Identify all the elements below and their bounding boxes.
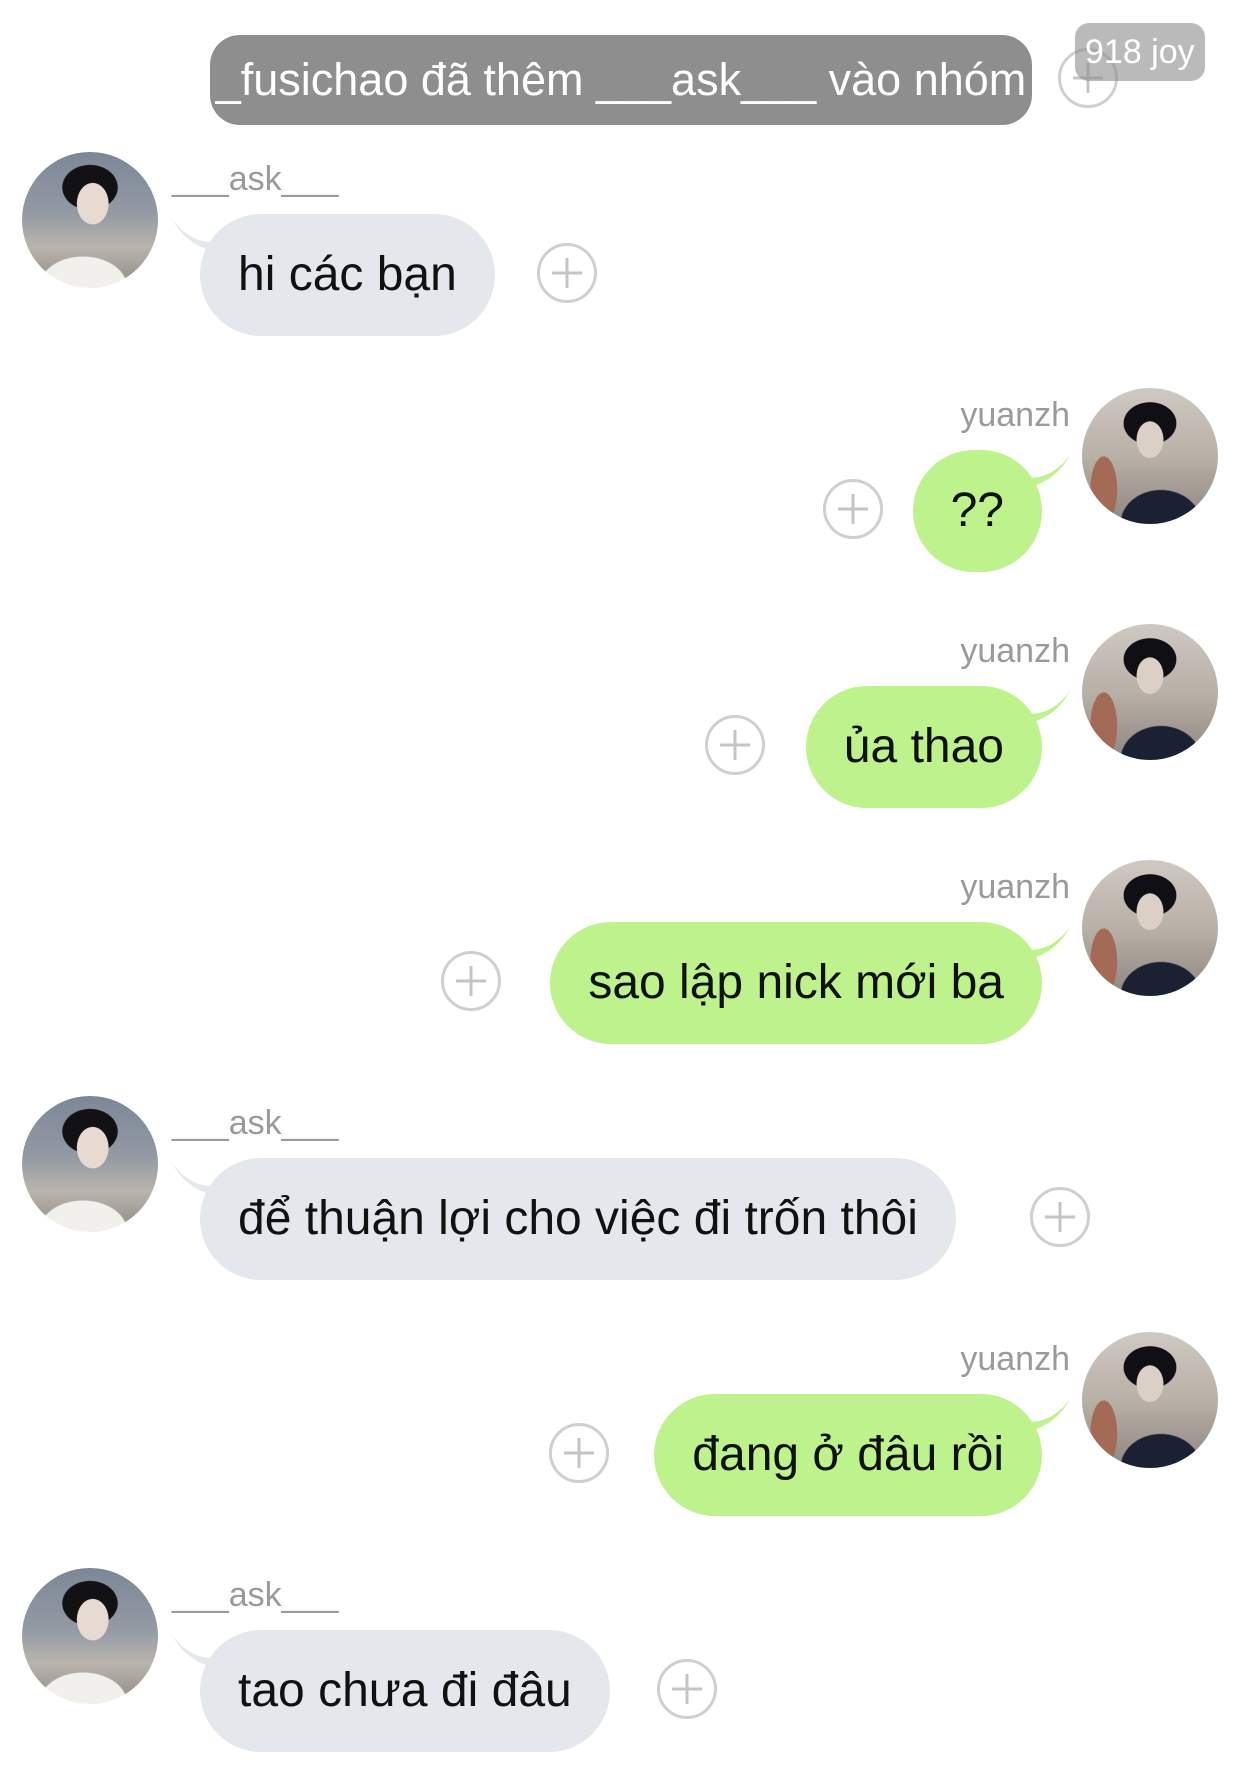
message-text: để thuận lợi cho việc đi trốn thôi [238, 1192, 918, 1245]
message-bubble-outgoing[interactable]: ?? [912, 450, 1070, 572]
sender-name: ___ask___ [172, 160, 339, 198]
add-reaction-icon[interactable] [537, 243, 597, 303]
message-text: ủa thao [843, 720, 1004, 773]
message-bubble-outgoing[interactable]: sao lập nick mới ba [550, 922, 1070, 1044]
avatar-yuanzh[interactable] [1082, 624, 1218, 760]
message-row: yuanzh sao lập nick mới ba [0, 860, 1242, 1044]
message-bubble-outgoing[interactable]: ủa thao [805, 686, 1070, 808]
system-message: _fusichao đã thêm ___ask___ vào nhóm [210, 35, 1032, 125]
sender-name: yuanzh [960, 396, 1070, 434]
add-reaction-icon[interactable] [549, 1423, 609, 1483]
message-text: ?? [950, 484, 1004, 537]
sender-name: ___ask___ [172, 1576, 339, 1614]
bubble-tail [172, 1635, 230, 1669]
bubble-tail [1012, 691, 1070, 725]
bubble-tail [1012, 455, 1070, 489]
message-row: yuanzh ủa thao [0, 624, 1242, 808]
sender-name: yuanzh [960, 632, 1070, 670]
avatar-yuanzh[interactable] [1082, 1332, 1218, 1468]
avatar-yuanzh[interactable] [1082, 860, 1218, 996]
message-row: ___ask___ tao chưa đi đâu [0, 1568, 1242, 1752]
add-reaction-icon[interactable] [657, 1659, 717, 1719]
add-reaction-icon[interactable] [705, 715, 765, 775]
avatar-ask[interactable] [22, 152, 158, 288]
add-reaction-icon[interactable] [1030, 1187, 1090, 1247]
bubble-tail [172, 219, 230, 253]
message-text: hi các bạn [238, 248, 457, 301]
message-text: sao lập nick mới ba [588, 956, 1004, 1009]
message-text: tao chưa đi đâu [238, 1664, 572, 1717]
add-reaction-icon[interactable] [441, 951, 501, 1011]
message-text: đang ở đâu rồi [692, 1428, 1004, 1481]
watermark: 918 joy [1075, 23, 1205, 81]
bubble-tail [172, 1163, 230, 1197]
avatar-ask[interactable] [22, 1096, 158, 1232]
bubble-tail [1012, 1399, 1070, 1433]
sender-name: ___ask___ [172, 1104, 339, 1142]
avatar-yuanzh[interactable] [1082, 388, 1218, 524]
sender-name: yuanzh [960, 1340, 1070, 1378]
message-bubble-outgoing[interactable]: đang ở đâu rồi [654, 1394, 1070, 1516]
message-bubble-incoming[interactable]: để thuận lợi cho việc đi trốn thôi [172, 1158, 956, 1280]
sender-name: yuanzh [960, 868, 1070, 906]
add-reaction-icon[interactable] [823, 479, 883, 539]
message-row: yuanzh ?? [0, 388, 1242, 572]
message-bubble-incoming[interactable]: tao chưa đi đâu [172, 1630, 610, 1752]
message-row: yuanzh đang ở đâu rồi [0, 1332, 1242, 1516]
message-bubble-incoming[interactable]: hi các bạn [172, 214, 495, 336]
avatar-ask[interactable] [22, 1568, 158, 1704]
bubble-tail [1012, 927, 1070, 961]
message-row: ___ask___ hi các bạn [0, 152, 1242, 336]
message-row: ___ask___ để thuận lợi cho việc đi trốn … [0, 1096, 1242, 1280]
